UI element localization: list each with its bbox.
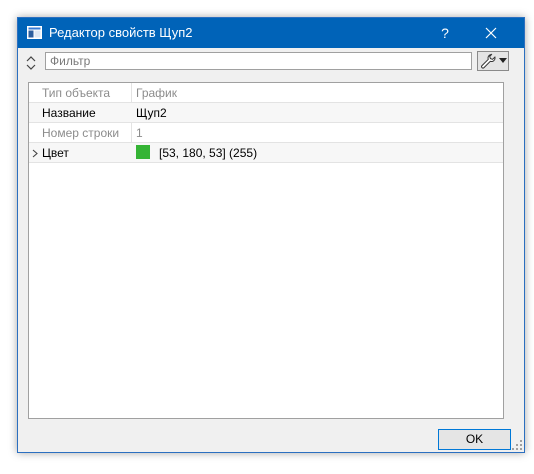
property-row[interactable]: Тип объекта График [29,83,503,103]
toolbar [18,48,524,78]
property-tree[interactable]: Тип объекта График Название Щуп2 Номер с… [28,82,504,419]
property-value: 1 [136,126,143,140]
app-window-icon [27,26,42,39]
wrench-icon [481,53,496,69]
updown-icon[interactable] [25,55,37,71]
ok-button[interactable]: OK [438,429,511,450]
tools-dropdown-button[interactable] [477,51,509,71]
property-row[interactable]: Номер строки 1 [29,123,503,143]
property-value[interactable]: Щуп2 [136,106,167,120]
dropdown-arrow-icon [499,58,507,63]
close-icon [485,27,497,39]
property-row[interactable]: Название Щуп2 [29,103,503,123]
color-swatch[interactable] [136,145,150,159]
property-value[interactable]: [53, 180, 53] (255) [159,146,257,160]
filter-input[interactable] [45,52,472,70]
property-value: График [136,86,177,100]
window-title: Редактор свойств Щуп2 [49,25,193,40]
property-row-color[interactable]: Цвет [53, 180, 53] (255) [29,143,503,163]
property-editor-window: Редактор свойств Щуп2 ? Тип объекта Граф… [17,17,525,453]
help-button[interactable]: ? [422,18,468,48]
resize-grip-icon[interactable] [512,440,522,450]
property-name: Тип объекта [42,86,111,100]
property-name: Номер строки [42,126,120,140]
title-bar[interactable]: Редактор свойств Щуп2 ? [18,18,524,48]
chevron-right-icon[interactable] [32,149,38,158]
close-button[interactable] [468,18,514,48]
property-name: Цвет [42,146,69,160]
property-name: Название [42,106,96,120]
